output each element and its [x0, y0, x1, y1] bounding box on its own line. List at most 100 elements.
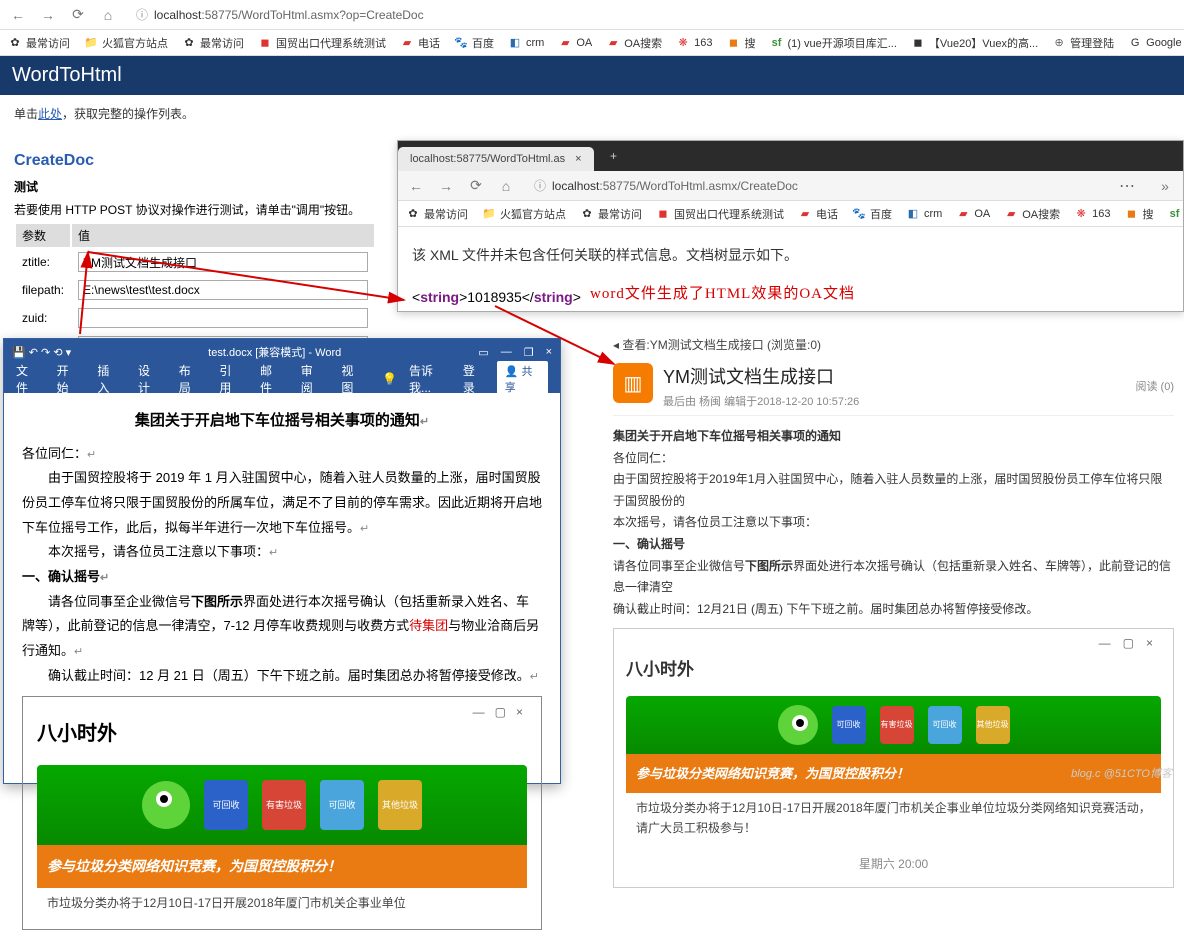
forward-button[interactable]: → [436, 176, 456, 196]
bookmark-item[interactable]: 📁火狐官方站点 [482, 206, 566, 222]
tell-me-icon[interactable]: 💡 [382, 372, 397, 386]
bookmark-item[interactable]: 📁火狐官方站点 [84, 35, 168, 51]
maximize-icon[interactable]: — [501, 346, 512, 359]
app-icon: ◼ [911, 36, 925, 50]
bookmark-item[interactable]: ◼国贸出口代理系统测试 [656, 206, 784, 222]
bookmark-item[interactable]: ◼搜 [727, 35, 756, 51]
ribbon-tab[interactable]: 引用 [219, 362, 242, 396]
qat-refresh-icon[interactable]: ⟲ [53, 346, 62, 359]
operations-link[interactable]: 此处 [38, 107, 62, 121]
address-bar-2[interactable]: ⓘ localhost:58775/WordToHtml.asmx/Create… [526, 174, 1109, 198]
paragraph: 一、确认摇号 [613, 534, 1174, 556]
bookmark-item[interactable]: sf(1) vue开源项目库汇... [770, 35, 897, 51]
restore-icon[interactable]: ❐ [524, 346, 534, 359]
ribbon-tab[interactable]: 视图 [341, 362, 364, 396]
tell-me[interactable]: 告诉我... [409, 362, 451, 396]
reload-button[interactable]: ⟳ [68, 5, 88, 25]
page-title: WordToHtml [0, 56, 1184, 95]
close-icon[interactable]: × [516, 705, 533, 719]
bookmark-item[interactable]: ◼国贸出口代理系统测试 [258, 35, 386, 51]
oa-meta: 最后由 杨闽 编辑于2018-12-20 10:57:26 [663, 393, 859, 409]
menu-icon[interactable]: ⋯ [1119, 176, 1145, 196]
bookmark-item[interactable]: ▰电话 [400, 35, 440, 51]
param-label: ztitle: [16, 249, 70, 275]
bookmark-item[interactable]: ▰OA [956, 207, 990, 221]
close-tab-icon[interactable]: × [575, 153, 581, 165]
zuid-input[interactable] [78, 308, 368, 328]
ribbon-tab[interactable]: 布局 [179, 362, 202, 396]
maximize-icon[interactable]: ▢ [495, 705, 516, 719]
ribbon-tab[interactable]: 开始 [57, 362, 80, 396]
ribbon-tab[interactable]: 文件 [16, 362, 39, 396]
bookmark-item[interactable]: ◼搜 [1125, 206, 1154, 222]
paragraph: 各位同仁：↵ [22, 442, 542, 467]
address-bar[interactable]: ⓘ localhost:58775/WordToHtml.asmx?op=Cre… [128, 3, 1176, 27]
bookmark-item[interactable]: ◼【Vue20】Vuex的高... [911, 35, 1038, 51]
bin-icon: 有害垃圾 [880, 706, 914, 744]
app-icon: ◼ [258, 36, 272, 50]
ribbon-tab[interactable]: 设计 [138, 362, 161, 396]
paragraph: 一、确认摇号↵ [22, 565, 542, 590]
close-icon[interactable]: × [1146, 636, 1165, 650]
baidu-icon: 🐾 [454, 36, 468, 50]
minimize-icon[interactable]: ▭ [478, 346, 488, 359]
ribbon-tab[interactable]: 邮件 [260, 362, 283, 396]
new-tab-button[interactable]: + [602, 149, 626, 163]
url-rest: :58775/WordToHtml.asmx?op=CreateDoc [201, 8, 423, 22]
maximize-icon[interactable]: ▢ [1123, 636, 1146, 650]
bookmark-item[interactable]: ✿最常访问 [182, 35, 244, 51]
app-icon: ▰ [606, 36, 620, 50]
inner-heading: 八小时外 [626, 655, 1161, 686]
folder-icon: 📁 [84, 36, 98, 50]
bin-icon: 可回收 [928, 706, 962, 744]
bookmark-item[interactable]: 🐾百度 [454, 35, 494, 51]
app-icon: ❋ [676, 36, 690, 50]
site-info-icon: ⓘ [136, 6, 148, 23]
bookmark-item[interactable]: ▰电话 [798, 206, 838, 222]
ztitle-input[interactable] [78, 252, 368, 272]
browser-tab[interactable]: localhost:58775/WordToHtml.as× [398, 147, 594, 171]
home-button[interactable]: ⌂ [98, 5, 118, 25]
inner-heading: 八小时外 [37, 715, 527, 753]
minimize-icon[interactable]: — [473, 705, 495, 719]
bookmark-item[interactable]: ✿最常访问 [580, 206, 642, 222]
bookmark-item[interactable]: sf(1) vue开源项目库汇... [1168, 206, 1184, 222]
qat-save-icon[interactable]: 💾 [12, 346, 26, 359]
ribbon-tab[interactable]: 审阅 [301, 362, 324, 396]
login-link[interactable]: 登录 [463, 362, 485, 396]
bookmark-item[interactable]: 🐾百度 [852, 206, 892, 222]
reload-button[interactable]: ⟳ [466, 176, 486, 196]
more-icon[interactable]: » [1155, 176, 1175, 196]
bookmark-item[interactable]: ✿最常访问 [406, 206, 468, 222]
qat-redo-icon[interactable]: ↷ [41, 346, 50, 359]
back-button[interactable]: ← [406, 176, 426, 196]
bookmark-item[interactable]: ✿最常访问 [8, 35, 70, 51]
operations-list-text: 单击此处，获取完整的操作列表。 [14, 105, 1170, 122]
home-button[interactable]: ⌂ [496, 176, 516, 196]
paragraph: 确认截止时间：12 月 21 日（周五）下午下班之前。届时集团总办将暂停接受修改… [22, 664, 542, 689]
bookmark-item[interactable]: ◧crm [906, 207, 942, 221]
close-icon[interactable]: × [546, 346, 552, 359]
app-icon: sf [770, 36, 784, 50]
doc-type-icon: ▥ [613, 363, 653, 403]
forward-button[interactable]: → [38, 5, 58, 25]
ribbon-tab[interactable]: 插入 [97, 362, 120, 396]
paragraph: 本次摇号，请各位员工注意以下事项：↵ [22, 540, 542, 565]
bin-icon: 其他垃圾 [378, 780, 422, 830]
bin-icon: 其他垃圾 [976, 706, 1010, 744]
bookmark-item[interactable]: ▰OA搜索 [1004, 206, 1060, 222]
bookmark-item[interactable]: ◧crm [508, 36, 544, 50]
google-icon: G [1128, 36, 1142, 50]
bookmark-item[interactable]: GGoogle [1128, 36, 1181, 50]
share-button[interactable]: 👤 共享 [497, 361, 548, 397]
qat-undo-icon[interactable]: ↶ [29, 346, 38, 359]
filepath-input[interactable] [78, 280, 368, 300]
bookmark-item[interactable]: ❋163 [1074, 207, 1110, 221]
bookmark-item[interactable]: ⊕管理登陆 [1052, 35, 1114, 51]
minimize-icon[interactable]: — [1099, 636, 1123, 650]
back-button[interactable]: ← [8, 5, 28, 25]
bookmark-item[interactable]: ▰OA [558, 36, 592, 50]
bookmark-item[interactable]: ▰OA搜索 [606, 35, 662, 51]
bookmark-item[interactable]: ❋163 [676, 36, 712, 50]
oa-title: YM测试文档生成接口 [663, 363, 859, 389]
